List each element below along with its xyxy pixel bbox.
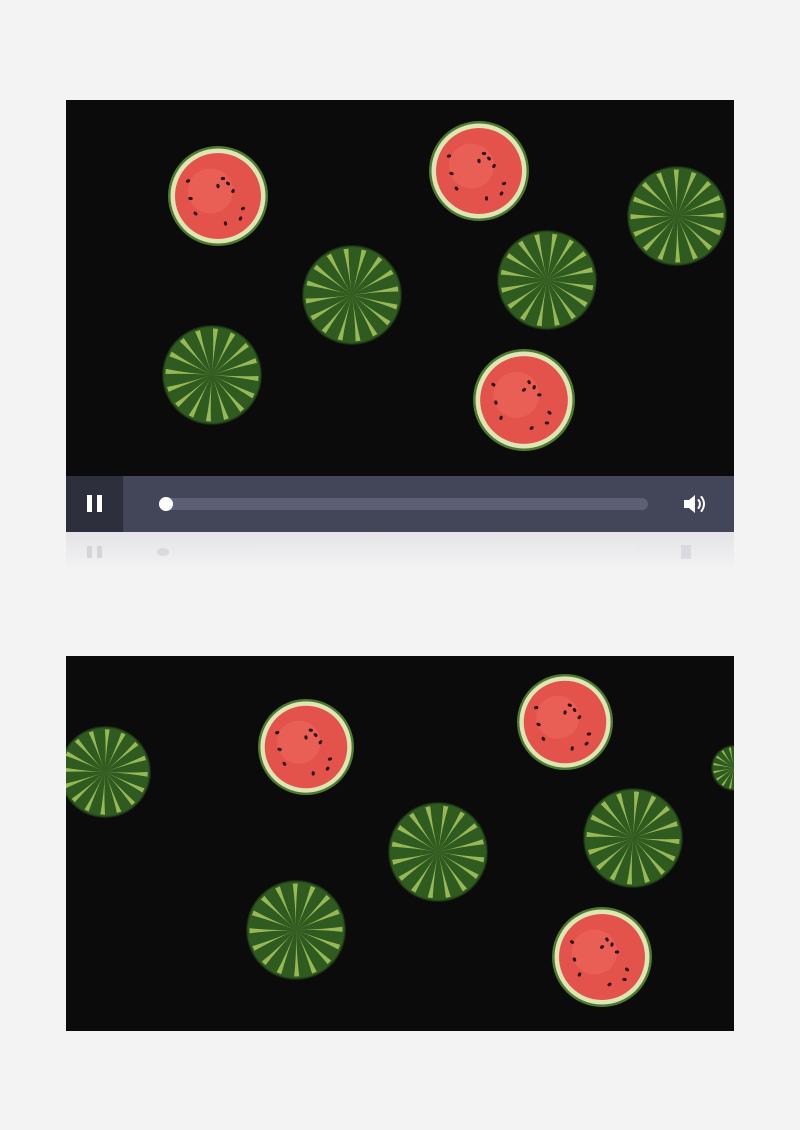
video-frame-2[interactable]: [66, 656, 734, 1031]
cut-watermelon: [552, 907, 652, 1007]
whole-watermelon: [711, 745, 734, 791]
pause-icon-bar: [97, 495, 102, 512]
cut-watermelon: [429, 121, 529, 221]
video-frame-1[interactable]: [66, 100, 734, 476]
cut-watermelon: [473, 349, 575, 451]
cut-watermelon: [168, 146, 268, 246]
progress-track[interactable]: [159, 498, 648, 510]
whole-watermelon: [497, 230, 597, 330]
pause-icon: [87, 495, 92, 512]
pause-icon-reflection: [87, 546, 102, 558]
whole-watermelon: [246, 880, 346, 980]
progress-thumb[interactable]: [159, 497, 173, 511]
video-control-bar: [66, 476, 734, 532]
video-frame-2-scene: [66, 674, 734, 1007]
cut-watermelon: [517, 674, 613, 770]
whole-watermelon: [162, 325, 262, 425]
whole-watermelon: [388, 802, 488, 902]
thumb-reflection: [157, 548, 169, 556]
whole-watermelon: [627, 166, 727, 266]
whole-watermelon: [583, 788, 683, 888]
pause-button[interactable]: [66, 476, 123, 532]
volume-icon-reflection: [681, 545, 705, 559]
whole-watermelon: [66, 726, 151, 818]
control-bar-reflection: [66, 532, 734, 570]
video-frame-1-scene: [162, 121, 727, 451]
whole-watermelon: [302, 245, 402, 345]
volume-icon[interactable]: [680, 490, 708, 518]
cut-watermelon: [258, 699, 354, 795]
